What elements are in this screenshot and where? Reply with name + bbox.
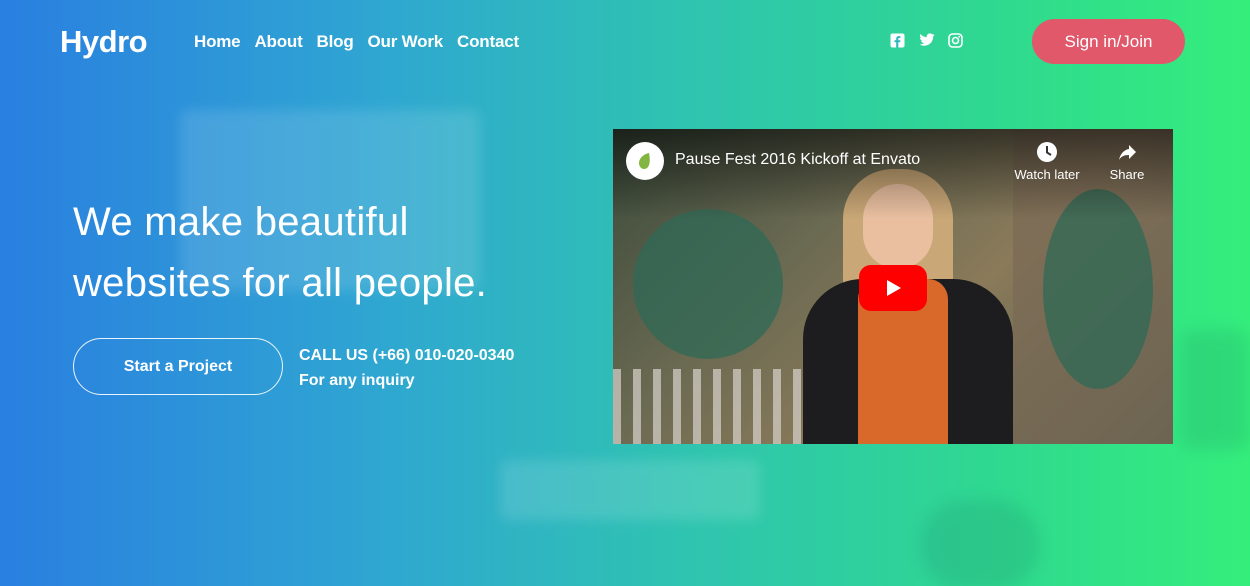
nav-contact[interactable]: Contact [457, 32, 519, 52]
main-nav: Home About Blog Our Work Contact [194, 32, 519, 52]
video-plant-right [1043, 189, 1153, 389]
start-project-button[interactable]: Start a Project [73, 338, 283, 395]
instagram-icon[interactable] [948, 33, 963, 48]
video-fence [613, 369, 833, 444]
share-button[interactable]: Share [1087, 141, 1167, 182]
background-keyboard [500, 460, 760, 520]
background-mug [1180, 330, 1250, 450]
nav-home[interactable]: Home [194, 32, 241, 52]
contact-info: CALL US (+66) 010-020-0340 For any inqui… [299, 343, 514, 393]
clock-icon [1037, 142, 1057, 162]
signin-join-button[interactable]: Sign in/Join [1032, 19, 1185, 64]
brand-logo[interactable]: Hydro [60, 24, 148, 60]
contact-phone: CALL US (+66) 010-020-0340 [299, 347, 515, 364]
hero-headline-line2: websites for all people. [73, 261, 488, 305]
contact-note: For any inquiry [299, 372, 415, 389]
play-icon [887, 280, 901, 296]
nav-about[interactable]: About [254, 32, 302, 52]
video-embed[interactable]: Pause Fest 2016 Kickoff at Envato Watch … [613, 129, 1173, 444]
play-button[interactable] [859, 265, 927, 311]
hero-headline: We make beautiful websites for all peopl… [73, 192, 593, 314]
facebook-icon[interactable] [890, 33, 905, 48]
nav-our-work[interactable]: Our Work [368, 32, 444, 52]
background-mouse [920, 500, 1040, 586]
watch-later-button[interactable]: Watch later [1007, 141, 1087, 182]
social-links [890, 33, 963, 48]
nav-blog[interactable]: Blog [317, 32, 354, 52]
hero-section: Hydro Home About Blog Our Work Contact S… [0, 0, 1250, 586]
share-icon [1119, 145, 1136, 160]
hero-headline-line1: We make beautiful [73, 200, 409, 244]
twitter-icon[interactable] [919, 33, 935, 48]
video-title[interactable]: Pause Fest 2016 Kickoff at Envato [675, 151, 920, 169]
video-plant-left [633, 209, 783, 359]
share-label: Share [1109, 167, 1145, 182]
watch-later-label: Watch later [1014, 167, 1080, 182]
envato-channel-icon[interactable] [626, 142, 664, 180]
